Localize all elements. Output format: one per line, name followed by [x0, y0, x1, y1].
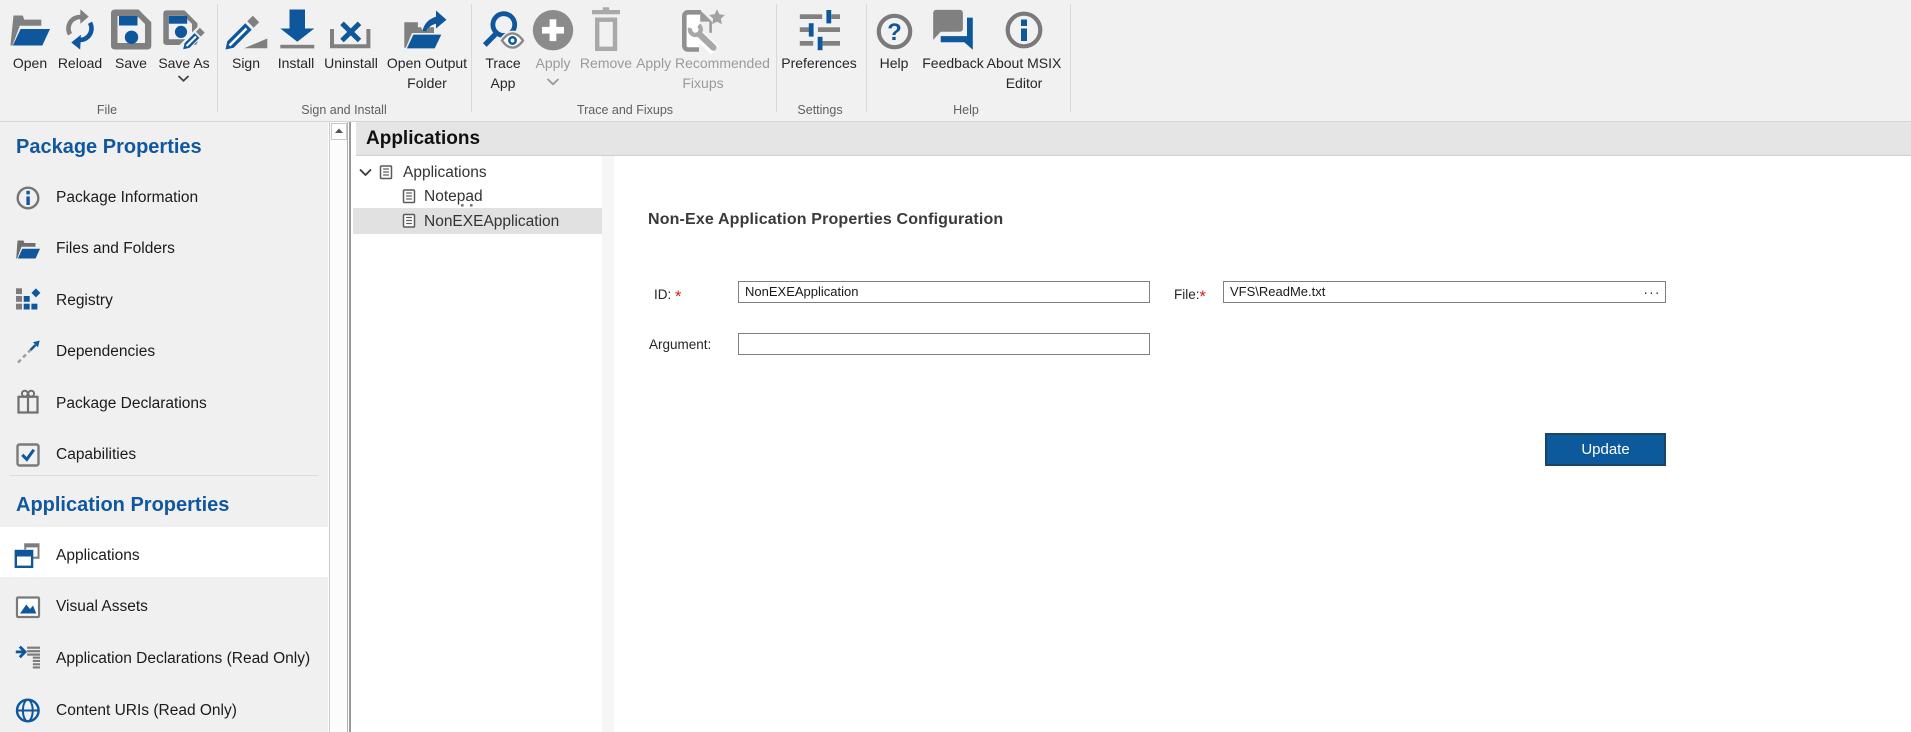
- svg-text:?: ?: [887, 19, 902, 46]
